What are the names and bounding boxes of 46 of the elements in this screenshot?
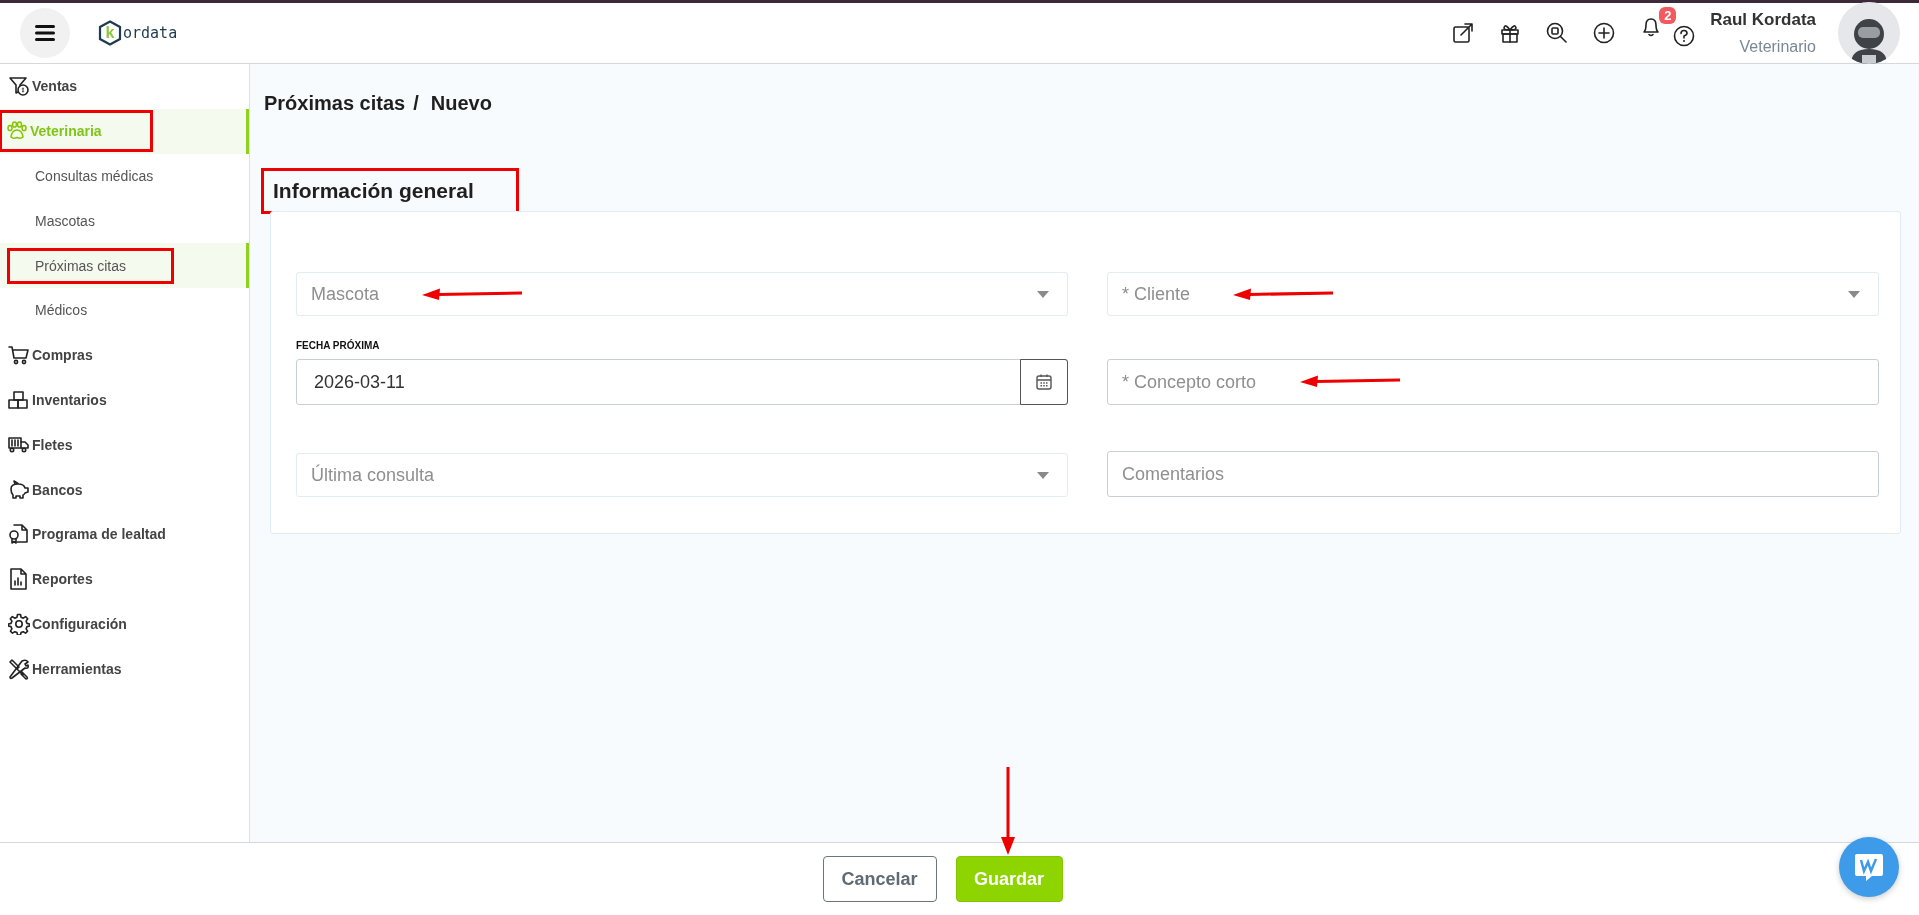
sidebar-item[interactable]: Configuración — [0, 601, 249, 647]
menu-button[interactable] — [20, 8, 70, 58]
sidebar-item[interactable]: Compras — [0, 332, 249, 378]
menu-item-icon — [8, 75, 30, 98]
sidebar-item[interactable]: Inventarios — [0, 377, 249, 423]
help-button[interactable] — [1672, 24, 1697, 48]
external-link-button[interactable] — [1451, 21, 1476, 45]
sidebar-item[interactable]: Fletes — [0, 422, 249, 468]
submenu-item[interactable]: Consultas médicas — [0, 153, 249, 199]
sidebar-item[interactable]: Programa de lealtad — [0, 511, 249, 557]
menu-item-icon — [8, 388, 30, 411]
plus-circle-button[interactable] — [1592, 21, 1617, 45]
menu-item-icon — [8, 568, 30, 591]
logo-mark: k — [98, 20, 122, 46]
sidebar-item[interactable]: Herramientas — [0, 646, 249, 692]
breadcrumb-item: Nuevo — [430, 92, 492, 115]
calendar-icon — [1035, 373, 1053, 391]
user-role: Veterinario — [1739, 38, 1816, 56]
breadcrumb-item: Próximas citas — [264, 92, 406, 115]
logo[interactable]: k ordata — [98, 20, 178, 46]
menu-item-icon — [8, 523, 30, 546]
cancel-button[interactable]: Cancelar — [822, 856, 937, 902]
dropdown-caret-icon — [1848, 290, 1860, 298]
sidebar-item[interactable]: Bancos — [0, 467, 249, 512]
sidebar-item[interactable]: Reportes — [0, 556, 249, 602]
calendar-button[interactable] — [1020, 359, 1068, 405]
menu-icon — [34, 24, 56, 42]
search-button[interactable] — [1545, 21, 1570, 45]
submenu-item[interactable]: Médicos — [0, 288, 249, 333]
section-title: Información general — [264, 171, 516, 211]
notification-badge: 2 — [1659, 7, 1677, 24]
menu-label: Veterinaria — [30, 123, 102, 140]
menu-item-icon — [8, 344, 30, 367]
menu-item-icon — [8, 612, 30, 635]
menu-label: Próximas citas — [35, 257, 127, 274]
dropdown-caret-icon — [1037, 290, 1049, 298]
menu-item-icon — [8, 657, 30, 680]
sidebar-item[interactable]: Ventas — [0, 64, 249, 109]
breadcrumb-separator: / — [413, 92, 419, 115]
field-label: FECHA PRÓXIMA — [296, 340, 381, 351]
user-name: Raul Kordata — [1710, 10, 1816, 30]
date-field[interactable]: 2026-03-11 — [296, 359, 1068, 405]
submenu-item[interactable]: Próximas citas — [0, 243, 249, 288]
menu-item-icon — [8, 478, 30, 501]
submenu-item[interactable]: Mascotas — [0, 198, 249, 244]
dropdown-caret-icon — [1037, 471, 1049, 479]
